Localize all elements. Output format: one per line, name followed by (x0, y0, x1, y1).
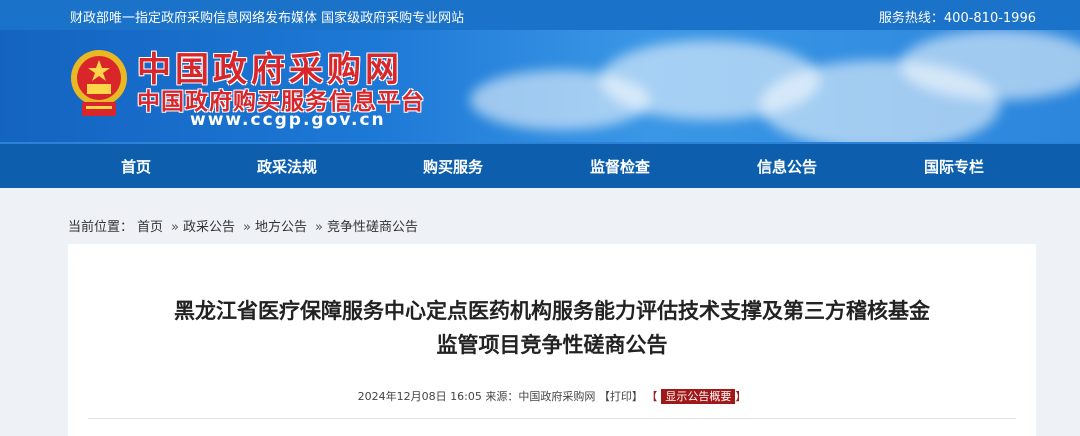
breadcrumb-item-announcements[interactable]: 政采公告 (183, 220, 235, 235)
article-title-line-1: 黑龙江省医疗保障服务中心定点医药机构服务能力评估技术支撑及第三方稽核基金 (174, 299, 930, 323)
main-nav: 首页 政采法规 购买服务 监督检查 信息公告 国际专栏 (0, 142, 1080, 188)
nav-item-international[interactable]: 国际专栏 (894, 156, 1014, 177)
article-title-line-2: 监管项目竞争性磋商公告 (436, 333, 668, 357)
nav-item-purchase-services[interactable]: 购买服务 (393, 156, 513, 177)
article-meta: 2024年12月08日 16:05 来源：中国政府采购网 【打印】 【显示公告概… (357, 389, 747, 404)
publish-date: 2024年12月08日 16:05 (357, 390, 482, 403)
print-link[interactable]: 【打印】 (599, 390, 643, 403)
article-title: 黑龙江省医疗保障服务中心定点医药机构服务能力评估技术支撑及第三方稽核基金 监管项… (68, 294, 1036, 362)
site-slogan: 财政部唯一指定政府采购信息网络发布媒体 国家级政府采购专业网站 (70, 11, 465, 26)
article-source: 来源：中国政府采购网 (485, 390, 596, 403)
site-banner: 中国政府采购网 中国政府购买服务信息平台 www.ccgp.gov.cn (0, 30, 1080, 142)
breadcrumb-separator: » (315, 220, 323, 235)
top-info-bar: 财政部唯一指定政府采购信息网络发布媒体 国家级政府采购专业网站 服务热线：400… (0, 0, 1080, 30)
breadcrumb: 当前位置： 首页 » 政采公告 » 地方公告 » 竞争性磋商公告 (68, 216, 422, 235)
breadcrumb-item-home[interactable]: 首页 (137, 220, 163, 235)
breadcrumb-item-current[interactable]: 竞争性磋商公告 (327, 220, 418, 235)
nav-item-regulations[interactable]: 政采法规 (227, 156, 347, 177)
breadcrumb-separator: » (171, 220, 179, 235)
site-url: www.ccgp.gov.cn (190, 110, 386, 130)
nav-item-home[interactable]: 首页 (76, 156, 196, 177)
breadcrumb-item-local[interactable]: 地方公告 (255, 220, 307, 235)
service-hotline: 服务热线：400-810-1996 (878, 11, 1036, 26)
breadcrumb-separator: » (243, 220, 251, 235)
article-panel: 黑龙江省医疗保障服务中心定点医药机构服务能力评估技术支撑及第三方稽核基金 监管项… (68, 244, 1036, 436)
divider (88, 418, 1016, 419)
show-summary-button[interactable]: 显示公告概要 (661, 389, 736, 404)
nav-item-announcements[interactable]: 信息公告 (727, 156, 847, 177)
national-emblem-icon (71, 50, 127, 116)
breadcrumb-prefix: 当前位置： (68, 220, 134, 235)
nav-item-supervision[interactable]: 监督检查 (560, 156, 680, 177)
